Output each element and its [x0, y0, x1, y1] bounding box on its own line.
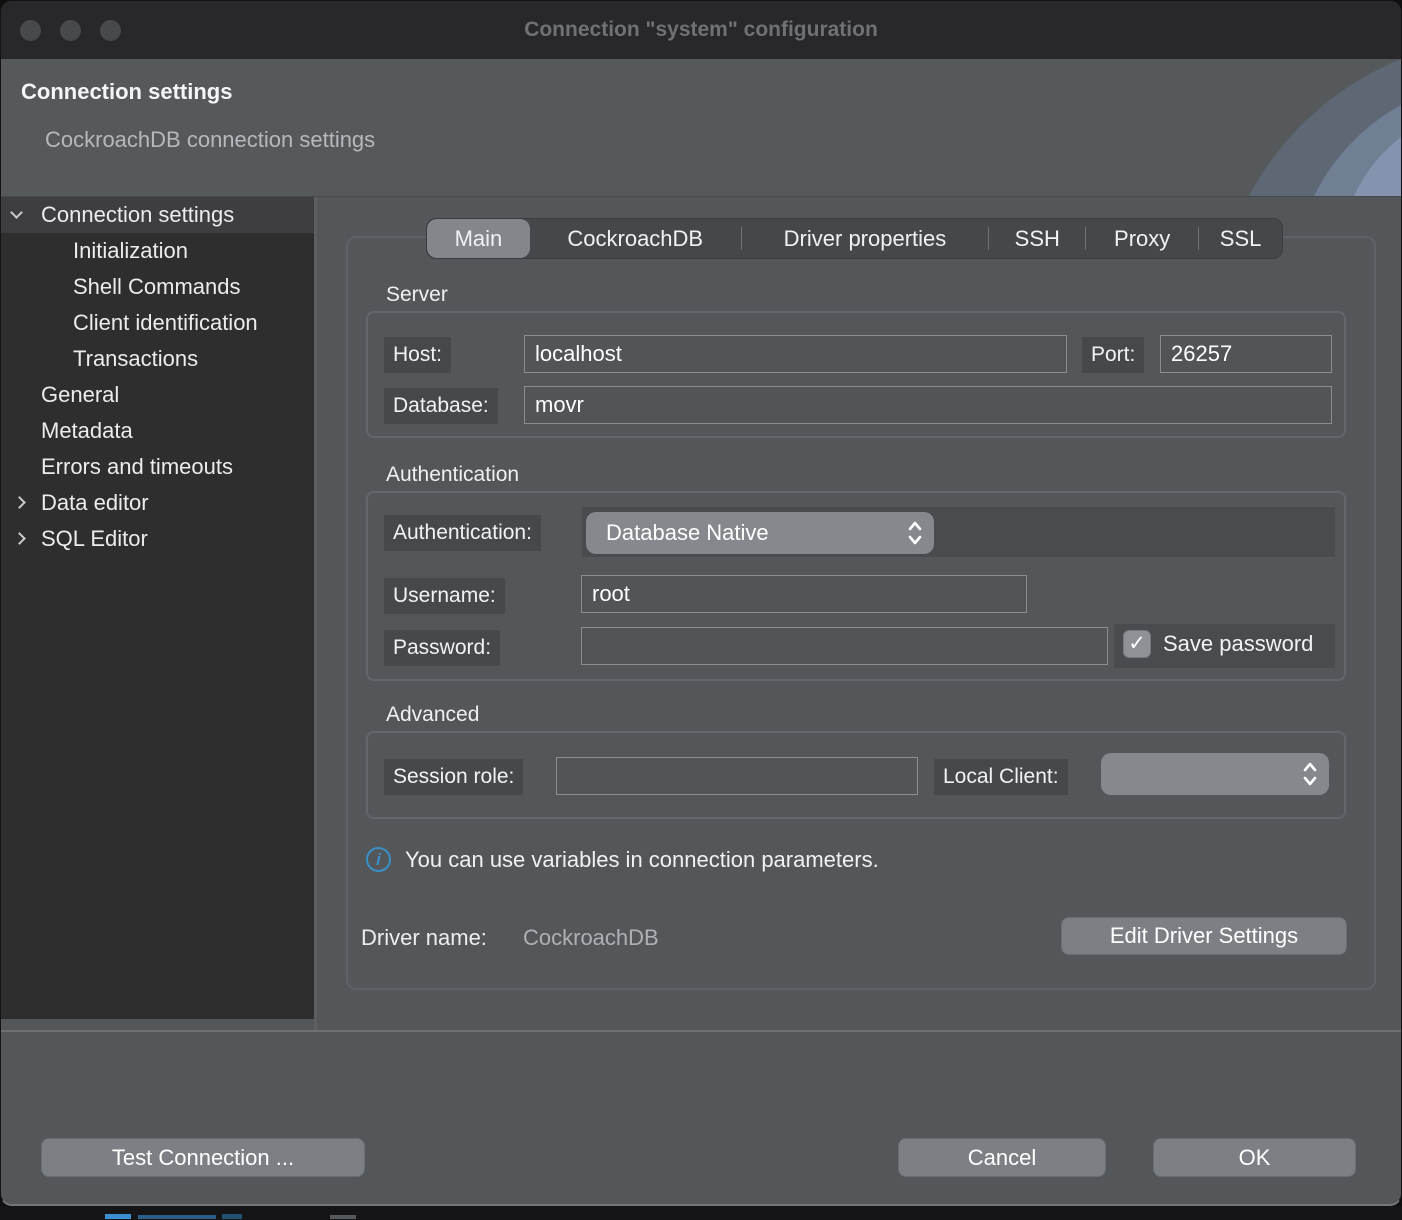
sidebar-item-label: Shell Commands: [73, 269, 241, 305]
save-password-label: Save password: [1163, 631, 1313, 656]
sidebar-item-label: Data editor: [41, 485, 149, 521]
up-down-chevrons-icon: [1303, 761, 1317, 787]
settings-tree: Connection settings Initialization Shell…: [1, 197, 314, 1019]
sidebar-item-initialization[interactable]: Initialization: [1, 233, 314, 269]
dialog-header: Connection settings CockroachDB connecti…: [1, 59, 1401, 197]
sidebar-item-client-identification[interactable]: Client identification: [1, 305, 314, 341]
background-fragment: [222, 1214, 242, 1219]
sidebar-item-label: Transactions: [73, 341, 198, 377]
host-label: Host:: [384, 337, 451, 373]
driver-name-label: Driver name:: [361, 925, 487, 951]
background-fragment: [105, 1214, 131, 1219]
window-title: Connection "system" configuration: [1, 1, 1401, 59]
sidebar-item-sql-editor[interactable]: SQL Editor: [1, 521, 314, 557]
sidebar-item-general[interactable]: General: [1, 377, 314, 413]
chevron-down-icon[interactable]: [10, 206, 23, 219]
session-role-input[interactable]: [556, 757, 918, 795]
port-label: Port:: [1082, 337, 1144, 373]
page-title: Connection settings: [21, 79, 232, 105]
sidebar-item-label: Metadata: [41, 413, 133, 449]
sidebar-item-label: Client identification: [73, 305, 258, 341]
sidebar-item-label: General: [41, 377, 119, 413]
screen: Connection "system" configuration Connec…: [0, 0, 1402, 1220]
tab-driver-properties[interactable]: Driver properties: [742, 219, 989, 258]
host-input[interactable]: [524, 335, 1067, 373]
authentication-group-label: Authentication: [386, 463, 519, 487]
background-fragment: [138, 1215, 216, 1219]
tab-ssh[interactable]: SSH: [989, 219, 1085, 258]
sidebar-item-label: Connection settings: [41, 197, 234, 233]
tab-cockroachdb[interactable]: CockroachDB: [530, 219, 741, 258]
advanced-group-label: Advanced: [386, 703, 479, 727]
chevron-right-icon[interactable]: [13, 532, 26, 545]
connection-dialog: Connection "system" configuration Connec…: [0, 0, 1402, 1206]
up-down-chevrons-icon: [908, 520, 922, 546]
save-password-checkbox[interactable]: ✓: [1123, 630, 1151, 658]
local-client-label: Local Client:: [934, 759, 1068, 795]
background-fragment: [330, 1215, 356, 1219]
sidebar-item-transactions[interactable]: Transactions: [1, 341, 314, 377]
sidebar-item-connection-settings[interactable]: Connection settings: [1, 197, 314, 233]
sidebar-item-errors-and-timeouts[interactable]: Errors and timeouts: [1, 449, 314, 485]
database-input[interactable]: [524, 386, 1332, 424]
ok-button[interactable]: OK: [1153, 1138, 1356, 1177]
window-titlebar: Connection "system" configuration: [1, 1, 1401, 59]
authentication-label: Authentication:: [384, 515, 541, 551]
sidebar-item-data-editor[interactable]: Data editor: [1, 485, 314, 521]
footer-divider: [1, 1030, 1402, 1032]
connection-tabbar: Main CockroachDB Driver properties SSH P…: [426, 218, 1283, 259]
authentication-select-value: Database Native: [606, 520, 769, 546]
port-input[interactable]: [1160, 335, 1332, 373]
sidebar-divider: [314, 197, 317, 1030]
sidebar-item-shell-commands[interactable]: Shell Commands: [1, 269, 314, 305]
sidebar-item-label: Initialization: [73, 233, 188, 269]
cancel-button[interactable]: Cancel: [898, 1138, 1106, 1177]
variables-hint-text: You can use variables in connection para…: [405, 847, 879, 873]
local-client-select[interactable]: [1101, 753, 1329, 795]
edit-driver-settings-button[interactable]: Edit Driver Settings: [1061, 917, 1347, 955]
tab-ssl[interactable]: SSL: [1199, 219, 1282, 258]
username-input[interactable]: [581, 575, 1027, 613]
authentication-select[interactable]: Database Native: [586, 512, 934, 554]
database-label: Database:: [384, 388, 498, 424]
tab-proxy[interactable]: Proxy: [1086, 219, 1198, 258]
info-icon: i: [366, 847, 391, 872]
driver-name-value: CockroachDB: [523, 925, 659, 951]
sidebar-item-metadata[interactable]: Metadata: [1, 413, 314, 449]
sidebar-item-label: Errors and timeouts: [41, 449, 233, 485]
username-label: Username:: [384, 578, 505, 614]
session-role-label: Session role:: [384, 759, 523, 795]
tab-main[interactable]: Main: [427, 219, 530, 258]
background-window-strip: [0, 1206, 1402, 1220]
decorative-swoosh: [1099, 59, 1401, 196]
chevron-right-icon[interactable]: [13, 496, 26, 509]
test-connection-button[interactable]: Test Connection ...: [41, 1138, 365, 1177]
password-input[interactable]: [581, 627, 1108, 665]
page-subtitle: CockroachDB connection settings: [45, 127, 375, 153]
password-label: Password:: [384, 630, 500, 666]
server-group-label: Server: [386, 283, 448, 307]
sidebar-item-label: SQL Editor: [41, 521, 148, 557]
save-password-label-clip: Save password: [1163, 630, 1336, 658]
